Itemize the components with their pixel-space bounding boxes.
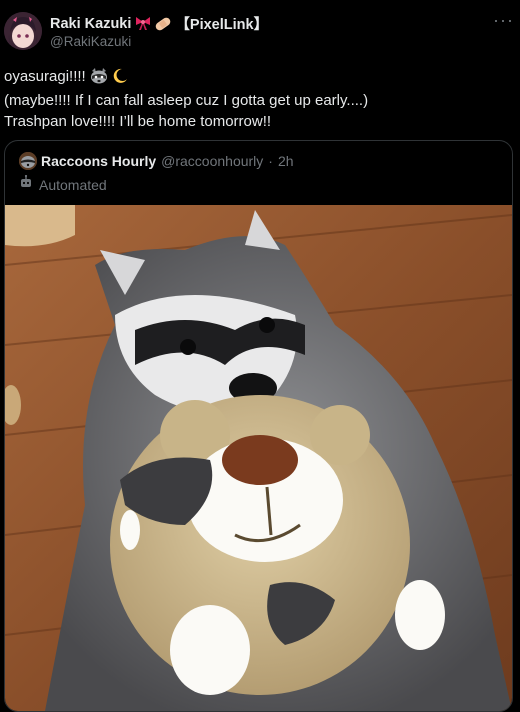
author-handle[interactable]: @RakiKazuki <box>50 34 131 49</box>
quoted-tweet[interactable]: Raccoons Hourly @raccoonhourly · 2h Auto… <box>4 140 513 712</box>
automated-label: Automated <box>39 176 107 193</box>
tweet-line-1: oyasuragi!!!! <box>4 66 509 90</box>
author-display-name[interactable]: Raki Kazuki <box>50 16 131 32</box>
raccoon-emoji-icon <box>90 68 108 90</box>
automated-label-row: Automated <box>19 174 107 194</box>
crescent-moon-emoji-icon <box>112 68 128 90</box>
tweet-line-1-text: oyasuragi!!!! <box>4 68 90 85</box>
author-tag: 【PixelLink】 <box>175 17 269 33</box>
quoted-display-name[interactable]: Raccoons Hourly <box>41 153 156 169</box>
quoted-author-avatar[interactable] <box>19 152 37 170</box>
author-name-row: Raki Kazuki 【PixelLink】 <box>50 13 268 34</box>
quoted-separator: · <box>268 153 273 169</box>
raccoon-teddy-photo[interactable] <box>5 205 512 711</box>
tweet-line-2: (maybe!!!! If I can fall asleep cuz I go… <box>4 92 369 109</box>
quoted-name-row: Raccoons Hourly @raccoonhourly · 2h <box>41 153 294 169</box>
author-avatar[interactable] <box>4 12 42 50</box>
tweet-post: Raki Kazuki 【PixelLink】 @RakiKazuki ··· … <box>0 0 520 712</box>
bandage-emoji-icon <box>154 15 173 32</box>
robot-icon <box>19 174 33 194</box>
quoted-handle[interactable]: @raccoonhourly <box>161 153 263 169</box>
more-options-icon[interactable]: ··· <box>493 10 514 31</box>
tweet-line-3: Trashpan love!!!! I’ll be home tomorrow!… <box>4 113 272 130</box>
tweet-text: oyasuragi!!!! (maybe!!!! If I can fall a… <box>4 66 509 132</box>
quoted-timestamp[interactable]: 2h <box>278 153 294 169</box>
ribbon-emoji-icon <box>135 16 151 32</box>
